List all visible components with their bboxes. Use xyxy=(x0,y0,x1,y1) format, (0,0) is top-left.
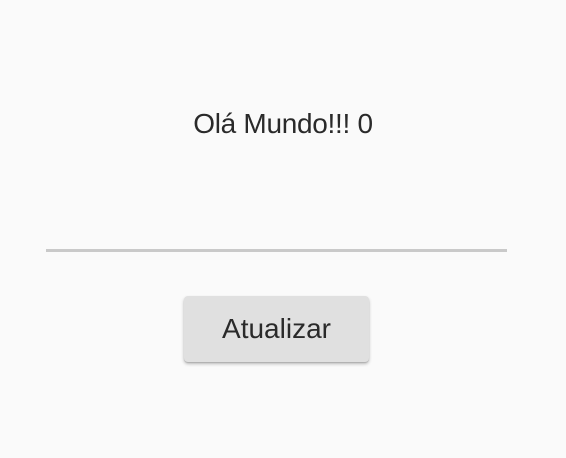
greeting-text: Olá Mundo!!! 0 xyxy=(193,108,373,139)
text-input[interactable] xyxy=(46,212,507,252)
update-button[interactable]: Atualizar xyxy=(184,296,369,362)
